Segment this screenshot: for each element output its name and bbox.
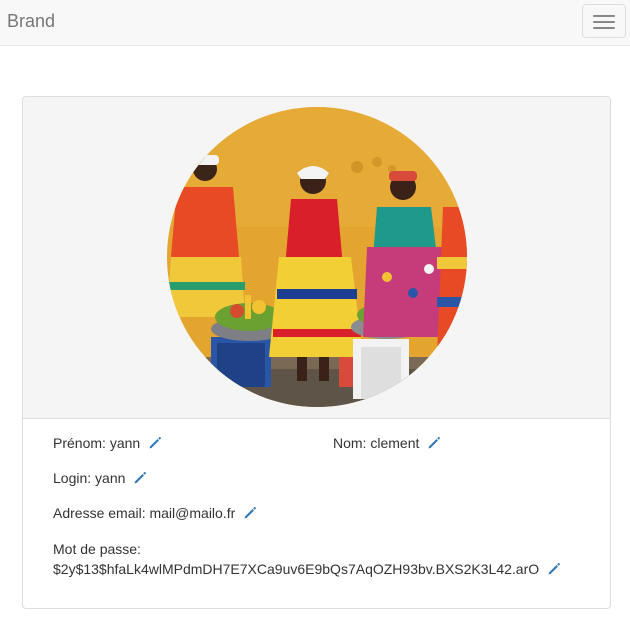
- first-name-field: Prénom: yann: [53, 433, 162, 453]
- password-field: Mot de passe: $2y$13$hfaLk4wlMPdmDH7E7XC…: [53, 539, 561, 579]
- profile-photo: [167, 107, 467, 407]
- email-field: Adresse email: mail@mailo.fr: [53, 503, 257, 523]
- pencil-icon[interactable]: [133, 471, 147, 485]
- first-name-value: yann: [109, 435, 141, 451]
- navbar: Brand: [0, 0, 630, 46]
- profile-card: Prénom: yann Nom: clement Login: yann Ad…: [22, 96, 611, 609]
- password-label: Mot de passe:: [53, 541, 141, 557]
- pencil-icon[interactable]: [243, 506, 257, 520]
- email-value: mail@mailo.fr: [149, 505, 236, 521]
- profile-card-header: [23, 97, 610, 419]
- password-value: $2y$13$hfaLk4wlMPdmDH7E7XCa9uv6E9bQs7AqO…: [53, 561, 540, 577]
- last-name-field: Nom: clement: [333, 433, 441, 453]
- pencil-icon[interactable]: [427, 436, 441, 450]
- pencil-icon[interactable]: [547, 562, 561, 576]
- email-label: Adresse email:: [53, 505, 146, 521]
- login-label: Login:: [53, 470, 92, 486]
- last-name-value: clement: [370, 435, 420, 451]
- last-name-label: Nom:: [333, 435, 367, 451]
- navbar-brand[interactable]: Brand: [7, 11, 55, 31]
- login-value: yann: [95, 470, 126, 486]
- navbar-toggle-button[interactable]: [582, 4, 626, 38]
- login-field: Login: yann: [53, 468, 147, 488]
- pencil-icon[interactable]: [148, 436, 162, 450]
- first-name-label: Prénom:: [53, 435, 106, 451]
